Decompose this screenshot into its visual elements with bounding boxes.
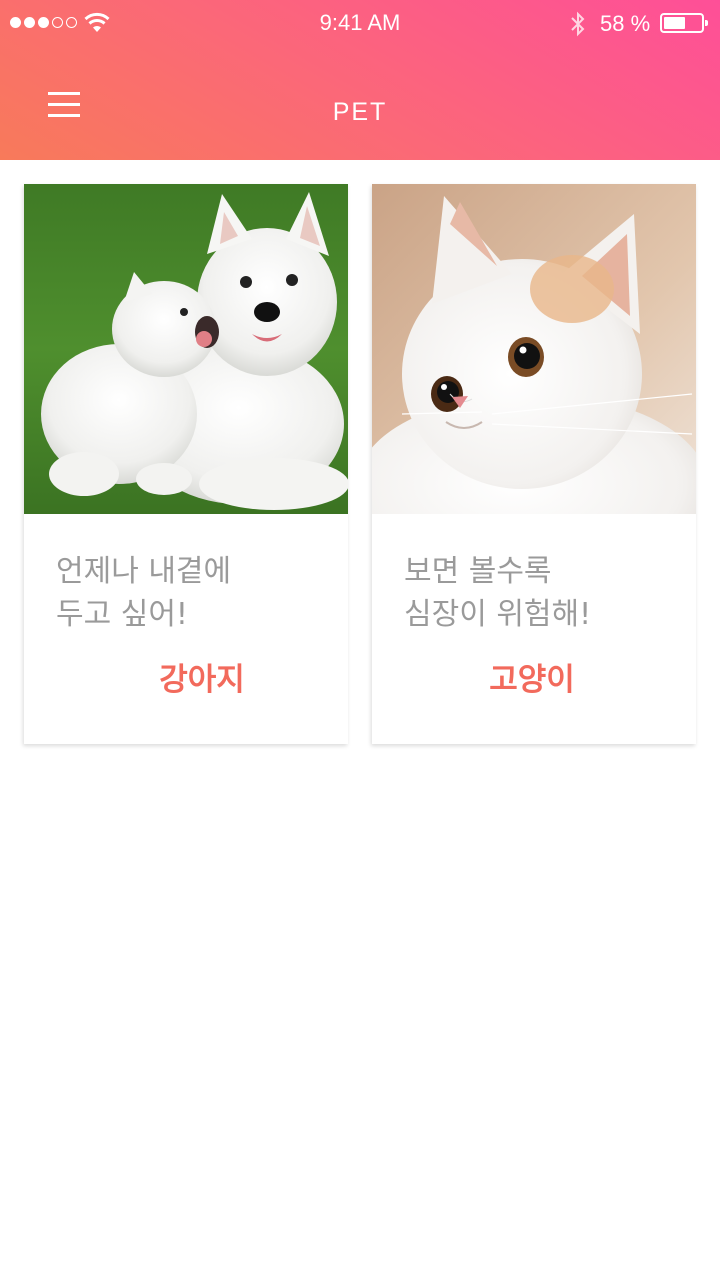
cat-card[interactable]: 보면 볼수록 심장이 위험해! 고양이 xyxy=(372,184,696,744)
bluetooth-icon xyxy=(571,11,585,37)
cat-name-label[interactable]: 고양이 xyxy=(372,654,692,699)
page-title: PET xyxy=(332,98,388,126)
dog-card[interactable]: 언제나 내곁에 두고 싶어! 강아지 xyxy=(24,184,348,744)
dog-name-label[interactable]: 강아지 xyxy=(24,654,380,699)
cat-description: 보면 볼수록 심장이 위험해! xyxy=(404,554,592,632)
battery-percent: 58 % xyxy=(600,11,651,36)
cat-photo xyxy=(372,184,696,514)
dog-photo xyxy=(24,184,348,514)
dog-description: 언제나 내곁에 두고 싶어! xyxy=(56,554,232,632)
app-header: 9:41 AM 58 % PET xyxy=(0,0,720,160)
status-bar: 9:41 AM 58 % xyxy=(0,0,720,48)
battery-icon xyxy=(660,13,708,33)
